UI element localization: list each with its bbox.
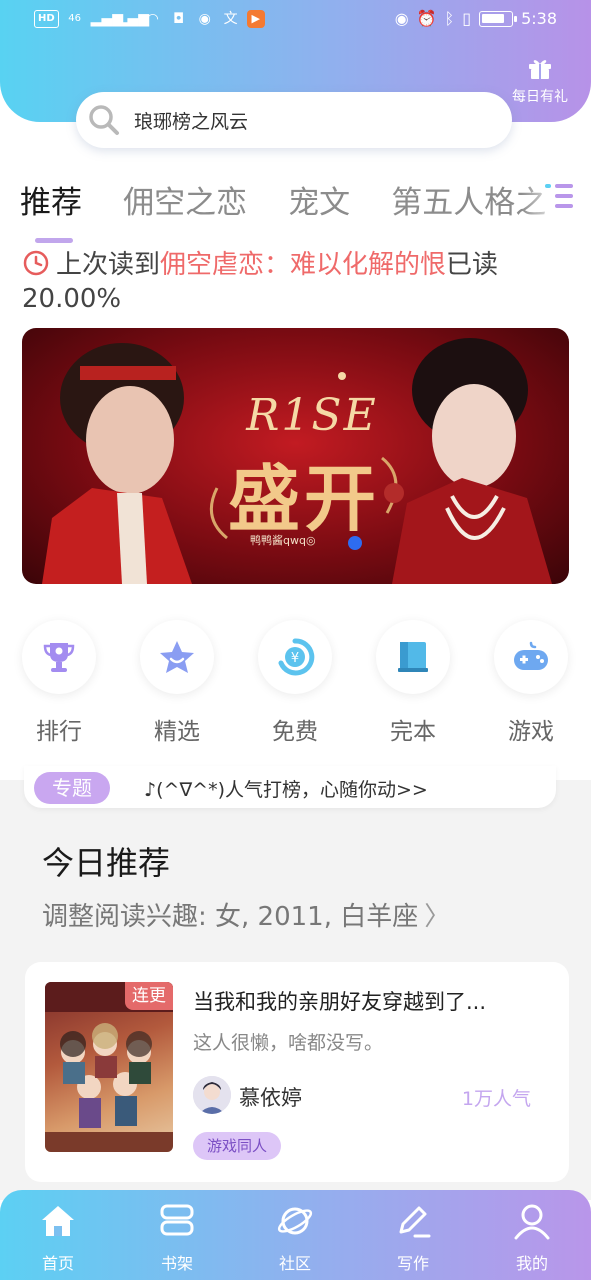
status-left: HD 46 ▂▄▆ ▂▄▆ ◠ ◘ ◉ 文 ▶ — [34, 10, 265, 28]
battery-icon — [479, 10, 518, 27]
tab-recommend[interactable]: 推荐 — [20, 178, 82, 228]
vibrate-icon: ▯ — [462, 9, 472, 28]
banner-title-cn: 盛开 — [227, 456, 380, 541]
book-cover[interactable]: 连更 — [45, 982, 173, 1152]
alarm-icon: ⏰ — [416, 9, 437, 28]
category-tabs: 推荐 佣空之恋 宠文 第五人格之 — [20, 178, 591, 238]
gamepad-icon — [514, 641, 548, 670]
search-input[interactable]: 琅琊榜之风云 — [134, 107, 248, 134]
pen-icon — [399, 1206, 431, 1238]
topic-badge: 专题 — [34, 772, 110, 804]
signal-bars-2-icon: ▂▄▆ — [116, 11, 149, 27]
quick-link-games[interactable]: 游戏 — [492, 620, 570, 746]
book-title[interactable]: 当我和我的亲朋好友穿越到了... — [193, 986, 553, 1016]
nav-community[interactable]: 社区 — [255, 1202, 335, 1274]
avatar[interactable] — [193, 1076, 231, 1114]
popularity-count: 1万人气 — [461, 1088, 531, 1110]
status-bar: HD 46 ▂▄▆ ▂▄▆ ◠ ◘ ◉ 文 ▶ ◉ ⏰ ᛒ ▯ 5:38 — [0, 0, 591, 40]
eye-icon: ◉ — [394, 9, 409, 28]
games-icon-circle — [494, 620, 568, 694]
genre-tag[interactable]: 游戏同人 — [193, 1132, 282, 1160]
banner-credit: 鸭鸭酱qwq◎ — [250, 534, 316, 547]
status-time: 5:38 — [521, 9, 557, 28]
banner-title-en: R1SE — [246, 390, 378, 441]
nav-label: 社区 — [278, 1254, 311, 1273]
quick-links: 排行 精选 ¥ 免费 完本 游戏 — [0, 620, 591, 750]
clock-icon — [23, 250, 49, 276]
tab-chongwen[interactable]: 宠文 — [288, 178, 350, 228]
topic-text[interactable]: ♪(^∇^*)人气打榜，心随你动>> — [144, 775, 428, 802]
app-notification-icon: ◘ — [173, 11, 185, 27]
serializing-tag: 连更 — [125, 982, 173, 1010]
trophy-icon — [43, 643, 75, 672]
reading-interest-text: 调整阅读兴趣: 女, 2011, 白羊座 — [42, 902, 419, 932]
home-icon — [42, 1206, 74, 1236]
nav-bookshelf[interactable]: 书架 — [137, 1202, 217, 1274]
nav-home[interactable]: 首页 — [18, 1202, 98, 1274]
signal-bars-icon: ▂▄▆ — [90, 11, 123, 27]
wifi-icon: ◠ — [146, 11, 159, 27]
bluetooth-icon: ᛒ — [444, 9, 455, 28]
quick-link-label: 完本 — [390, 719, 436, 745]
topic-bar[interactable]: 专题 ♪(^∇^*)人气打榜，心随你动>> — [24, 766, 556, 808]
bottom-nav: 首页 书架 社区 写作 我的 — [0, 1190, 591, 1280]
planet-icon — [277, 1207, 313, 1235]
star-icon — [160, 641, 194, 673]
chevron-right-icon: 〉 — [424, 902, 451, 932]
book-card[interactable]: 连更 当我和我的亲朋好友穿越到了... 这人很懒，啥都没写。 慕依婷 1万人气 … — [25, 962, 569, 1182]
nav-label: 写作 — [396, 1254, 429, 1273]
last-read-progress: 20.00% — [22, 284, 122, 314]
quick-link-label: 排行 — [36, 719, 82, 745]
nav-write[interactable]: 写作 — [373, 1202, 453, 1274]
nav-profile[interactable]: 我的 — [492, 1202, 572, 1274]
last-read-title[interactable]: 佣空虐恋：难以化解的恨 — [160, 250, 446, 280]
reading-interest-link[interactable]: 调整阅读兴趣: 女, 2011, 白羊座〉 — [42, 896, 450, 933]
wechat-icon: ◉ — [198, 11, 211, 27]
hd-indicator: HD — [34, 10, 59, 28]
banner-page-dot — [348, 536, 362, 550]
last-read-suffix: 已读 — [446, 250, 499, 280]
today-recommend-title: 今日推荐 — [42, 844, 171, 882]
last-read-prefix: 上次读到 — [56, 250, 161, 280]
book-description: 这人很懒，啥都没写。 — [193, 1032, 384, 1054]
yen-coin-icon: ¥ — [278, 638, 315, 676]
last-read-banner[interactable]: 上次读到佣空虐恋：难以化解的恨已读 20.00% — [22, 248, 577, 316]
user-icon — [514, 1204, 550, 1240]
bookshelf-icon — [160, 1204, 194, 1236]
quick-link-complete[interactable]: 完本 — [374, 620, 452, 746]
nav-label: 首页 — [41, 1254, 74, 1273]
tab-yongkong[interactable]: 佣空之恋 — [123, 178, 247, 228]
free-icon-circle: ¥ — [258, 620, 332, 694]
complete-icon-circle — [376, 620, 450, 694]
signal-icon: 46 — [68, 13, 82, 24]
tab-menu-icon[interactable] — [543, 180, 575, 212]
nav-label: 我的 — [515, 1254, 548, 1273]
nav-label: 书架 — [160, 1254, 193, 1273]
promo-banner[interactable]: R1SE 盛开 鸭鸭酱qwq◎ — [22, 328, 569, 584]
quick-link-featured[interactable]: 精选 — [138, 620, 216, 746]
ranking-icon-circle — [22, 620, 96, 694]
quick-link-label: 游戏 — [508, 719, 554, 745]
author-name[interactable]: 慕依婷 — [239, 1082, 302, 1112]
search-icon — [89, 105, 119, 135]
quick-link-label: 免费 — [272, 719, 318, 745]
search-bar[interactable]: 琅琊榜之风云 — [76, 92, 512, 148]
daily-gift-button[interactable]: 每日有礼 — [505, 56, 575, 106]
play-app-icon: ▶ — [246, 10, 265, 28]
active-tab-indicator — [35, 238, 73, 243]
quick-link-ranking[interactable]: 排行 — [20, 620, 98, 746]
featured-icon-circle — [140, 620, 214, 694]
battery-fill — [482, 13, 505, 23]
quick-link-free[interactable]: ¥ 免费 — [256, 620, 334, 746]
translate-icon: 文 — [223, 11, 238, 27]
avatar-image — [193, 1076, 231, 1114]
gift-icon — [529, 60, 551, 79]
app-screen: HD 46 ▂▄▆ ▂▄▆ ◠ ◘ ◉ 文 ▶ ◉ ⏰ ᛒ ▯ 5:38 每日有… — [0, 0, 591, 1280]
gift-label: 每日有礼 — [512, 89, 568, 105]
svg-text:¥: ¥ — [291, 651, 299, 666]
status-right: ◉ ⏰ ᛒ ▯ 5:38 — [395, 9, 557, 28]
quick-link-label: 精选 — [154, 719, 200, 745]
book-icon — [398, 642, 428, 672]
